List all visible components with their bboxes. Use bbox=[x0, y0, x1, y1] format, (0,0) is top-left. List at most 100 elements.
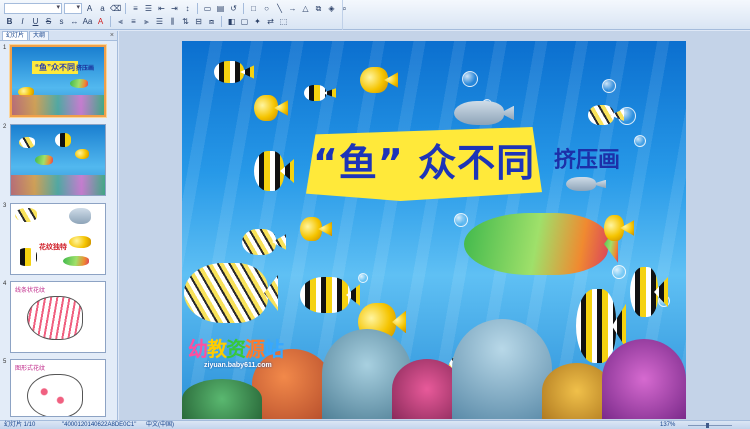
slide-title[interactable]: “鱼” 众不同 bbox=[306, 139, 542, 187]
watermark-logo: 幼教资源站 ziyuan.baby611.com bbox=[188, 337, 298, 381]
thumbnail-frame[interactable]: 花纹独特 bbox=[10, 203, 106, 275]
font-name-combo[interactable] bbox=[4, 3, 62, 14]
slide-counter: 幻灯片 1/10 bbox=[4, 422, 36, 428]
fish-image bbox=[300, 277, 350, 313]
strikethrough-button[interactable]: S bbox=[43, 16, 54, 27]
tab-slides[interactable]: 幻灯片 bbox=[2, 31, 29, 40]
clear-format-icon[interactable]: ⌫ bbox=[110, 3, 121, 14]
zoom-slider[interactable] bbox=[688, 423, 732, 428]
fish-image bbox=[300, 217, 322, 241]
thumbnail-frame[interactable]: 图形式花纹 bbox=[10, 359, 106, 417]
shape-arrow-icon[interactable]: → bbox=[287, 3, 298, 14]
fish-image bbox=[304, 85, 326, 101]
fish-image bbox=[35, 155, 53, 165]
language-indicator[interactable]: 中文(中国) bbox=[146, 421, 174, 429]
fish-image bbox=[70, 79, 88, 88]
fish-image bbox=[19, 137, 35, 148]
shape-oval-icon[interactable]: ○ bbox=[261, 3, 272, 14]
bubble bbox=[358, 273, 368, 283]
select-icon[interactable]: ⬚ bbox=[278, 16, 289, 27]
text-direction-icon[interactable]: ⇅ bbox=[180, 16, 191, 27]
underline-button[interactable]: U bbox=[30, 16, 41, 27]
toolbar-separator bbox=[243, 3, 244, 14]
italic-button[interactable]: I bbox=[17, 16, 28, 27]
thumbnail-frame[interactable]: 线条状花纹 bbox=[10, 281, 106, 353]
toolbar-row-styles: B I U S s ↔ Aa A ⫷ ≡ ⫸ ☰ ⫼ ⇅ ⊟ ⧈ ◧ ▢ ✦ ⇄… bbox=[4, 15, 289, 28]
change-case-icon[interactable]: Aa bbox=[82, 16, 93, 27]
toolbar-separator bbox=[197, 3, 198, 14]
fish-image bbox=[242, 229, 276, 255]
thumbnail-frame[interactable]: “鱼”众不同 挤压画 bbox=[10, 45, 106, 117]
find-icon[interactable]: ⌕ bbox=[339, 3, 350, 14]
shape-fill-icon[interactable]: ◧ bbox=[226, 16, 237, 27]
align-left-icon[interactable]: ⫷ bbox=[115, 16, 126, 27]
thumbnail-subtitle: 挤压画 bbox=[76, 66, 95, 72]
layout-icon[interactable]: ▤ bbox=[215, 3, 226, 14]
slide-number: 4 bbox=[3, 281, 7, 287]
fish-drawing bbox=[27, 374, 83, 416]
theme-name[interactable]: "4000120140622A8DE0C1" bbox=[62, 421, 136, 429]
smartart-icon[interactable]: ⧈ bbox=[206, 16, 217, 27]
bullets-icon[interactable]: ≡ bbox=[130, 3, 141, 14]
shape-rectangle-icon[interactable]: □ bbox=[248, 3, 259, 14]
close-icon[interactable]: × bbox=[110, 31, 114, 40]
indent-decrease-icon[interactable]: ⇤ bbox=[156, 3, 167, 14]
zoom-level[interactable]: 137% bbox=[660, 421, 675, 429]
logo-text: 幼教资源站 bbox=[188, 337, 284, 361]
new-slide-icon[interactable]: ▭ bbox=[202, 3, 213, 14]
slide-subtitle[interactable]: 挤压画 bbox=[554, 147, 620, 175]
fish-image bbox=[604, 215, 624, 241]
fish-image bbox=[454, 101, 504, 125]
shrink-font-icon[interactable]: a bbox=[97, 3, 108, 14]
shape-triangle-icon[interactable]: △ bbox=[300, 3, 311, 14]
thumbnail-title: “鱼”众不同 bbox=[32, 61, 78, 74]
coral bbox=[452, 319, 552, 419]
justify-icon[interactable]: ☰ bbox=[154, 16, 165, 27]
shadow-text-icon[interactable]: s bbox=[56, 16, 67, 27]
bubble bbox=[602, 79, 616, 93]
tab-outline[interactable]: 大纲 bbox=[29, 31, 50, 40]
fish-image bbox=[360, 67, 388, 93]
align-right-icon[interactable]: ⫸ bbox=[141, 16, 152, 27]
parrotfish-image bbox=[464, 213, 608, 275]
grow-font-icon[interactable]: A bbox=[84, 3, 95, 14]
align-text-icon[interactable]: ⊟ bbox=[193, 16, 204, 27]
thumbnail-label: 线条状花纹 bbox=[15, 288, 46, 294]
fish-image bbox=[69, 236, 91, 248]
char-spacing-icon[interactable]: ↔ bbox=[69, 16, 80, 27]
slide-editor: “鱼” 众不同 挤压画 幼教资源站 ziyuan.baby611.com bbox=[119, 31, 750, 420]
indent-increase-icon[interactable]: ⇥ bbox=[169, 3, 180, 14]
shape-line-icon[interactable]: ╲ bbox=[274, 3, 285, 14]
align-center-icon[interactable]: ≡ bbox=[128, 16, 139, 27]
thumbnail-frame[interactable] bbox=[10, 124, 106, 196]
fish-image bbox=[55, 133, 71, 147]
slide-number: 1 bbox=[3, 45, 7, 51]
font-size-combo[interactable] bbox=[64, 3, 82, 14]
fish-image bbox=[75, 149, 89, 159]
fish-image bbox=[566, 177, 596, 191]
numbering-icon[interactable]: ☰ bbox=[143, 3, 154, 14]
fish-drawing bbox=[27, 296, 83, 340]
ribbon-edge bbox=[342, 0, 343, 30]
slide-number: 3 bbox=[3, 203, 7, 209]
columns-icon[interactable]: ⫼ bbox=[167, 16, 178, 27]
shape-effects-icon[interactable]: ✦ bbox=[252, 16, 263, 27]
bold-button[interactable]: B bbox=[4, 16, 15, 27]
replace-icon[interactable]: ⇄ bbox=[265, 16, 276, 27]
current-slide[interactable]: “鱼” 众不同 挤压画 幼教资源站 ziyuan.baby611.com bbox=[182, 41, 686, 419]
toolbar-row-formatting: A a ⌫ ≡ ☰ ⇤ ⇥ ↕ ▭ ▤ ↺ □ ○ ╲ → △ ⧉ ◈ ⌕ bbox=[4, 2, 350, 15]
coral bbox=[182, 379, 262, 419]
shape-outline-icon[interactable]: ▢ bbox=[239, 16, 250, 27]
line-spacing-icon[interactable]: ↕ bbox=[182, 3, 193, 14]
bubble bbox=[454, 213, 468, 227]
fish-image bbox=[588, 105, 614, 125]
fish-image bbox=[69, 208, 91, 224]
zoom-slider-handle[interactable] bbox=[706, 423, 710, 428]
status-bar: 幻灯片 1/10 "4000120140622A8DE0C1" 中文(中国) 1… bbox=[0, 420, 750, 429]
font-color-icon[interactable]: A bbox=[95, 16, 106, 27]
reset-icon[interactable]: ↺ bbox=[228, 3, 239, 14]
quick-styles-icon[interactable]: ◈ bbox=[326, 3, 337, 14]
panel-tabs: 幻灯片 大纲 × bbox=[0, 31, 117, 41]
arrange-icon[interactable]: ⧉ bbox=[313, 3, 324, 14]
bubble bbox=[612, 265, 626, 279]
